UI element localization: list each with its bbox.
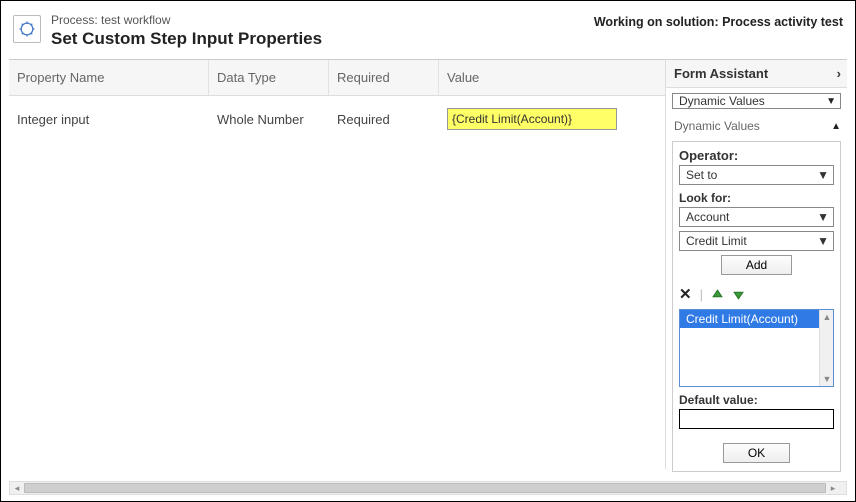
form-assistant-title: Form Assistant <box>674 66 768 81</box>
chevron-up-icon: ▲ <box>831 121 841 132</box>
scroll-left-icon[interactable]: ◂ <box>10 482 24 494</box>
solution-label: Working on solution: Process activity te… <box>594 13 843 29</box>
header: Process: test workflow Set Custom Step I… <box>9 9 847 59</box>
properties-grid: Property Name Data Type Required Value I… <box>9 59 665 469</box>
scroll-thumb[interactable] <box>24 483 826 493</box>
list-item[interactable]: Credit Limit(Account) <box>680 310 833 328</box>
remove-icon[interactable]: ✕ <box>679 285 692 303</box>
page-title: Set Custom Step Input Properties <box>51 29 322 49</box>
list-toolbar: ✕ | <box>679 283 834 309</box>
dynamic-values-panel: Operator: Set to ▼ Look for: Account ▼ C… <box>672 141 841 472</box>
default-value-label: Default value: <box>679 393 834 407</box>
move-up-icon[interactable] <box>711 288 724 301</box>
mode-select[interactable]: Dynamic Values ▼ <box>672 93 841 109</box>
default-value-input[interactable] <box>679 409 834 429</box>
lookfor-entity-select[interactable]: Account ▼ <box>679 207 834 227</box>
move-down-icon[interactable] <box>732 288 745 301</box>
grid-header: Property Name Data Type Required Value <box>9 60 665 96</box>
add-button[interactable]: Add <box>721 255 792 275</box>
lookfor-label: Look for: <box>679 191 834 205</box>
dynamic-values-section[interactable]: Dynamic Values ▲ <box>666 113 847 139</box>
listbox-scrollbar[interactable]: ▲ ▼ <box>819 310 833 386</box>
scroll-right-icon[interactable]: ▸ <box>826 482 840 494</box>
chevron-down-icon: ▼ <box>817 234 829 248</box>
cell-required: Required <box>329 108 439 131</box>
operator-label: Operator: <box>679 148 834 163</box>
col-header-required[interactable]: Required <box>329 60 439 95</box>
selected-values-listbox[interactable]: Credit Limit(Account) ▲ ▼ <box>679 309 834 387</box>
horizontal-scrollbar[interactable]: ◂ ▸ <box>9 481 847 495</box>
cell-property-name: Integer input <box>9 108 209 131</box>
form-assistant-header[interactable]: Form Assistant › <box>666 59 847 88</box>
operator-select[interactable]: Set to ▼ <box>679 165 834 185</box>
col-header-type[interactable]: Data Type <box>209 60 329 95</box>
chevron-right-icon: › <box>837 66 841 81</box>
breadcrumb: Process: test workflow <box>51 13 322 27</box>
chevron-down-icon: ▼ <box>826 96 836 107</box>
col-header-name[interactable]: Property Name <box>9 60 209 95</box>
cell-data-type: Whole Number <box>209 108 329 131</box>
table-row: Integer input Whole Number Required <box>9 96 665 142</box>
col-header-value[interactable]: Value <box>439 60 665 95</box>
chevron-down-icon: ▼ <box>817 168 829 182</box>
lookfor-attribute-select[interactable]: Credit Limit ▼ <box>679 231 834 251</box>
ok-button[interactable]: OK <box>723 443 790 463</box>
process-icon <box>13 15 41 43</box>
form-assistant-panel: Form Assistant › Dynamic Values ▼ Dynami… <box>665 59 847 469</box>
chevron-down-icon: ▼ <box>817 210 829 224</box>
scroll-up-icon[interactable]: ▲ <box>820 310 834 324</box>
scroll-down-icon[interactable]: ▼ <box>820 372 834 386</box>
value-input[interactable] <box>447 108 617 130</box>
